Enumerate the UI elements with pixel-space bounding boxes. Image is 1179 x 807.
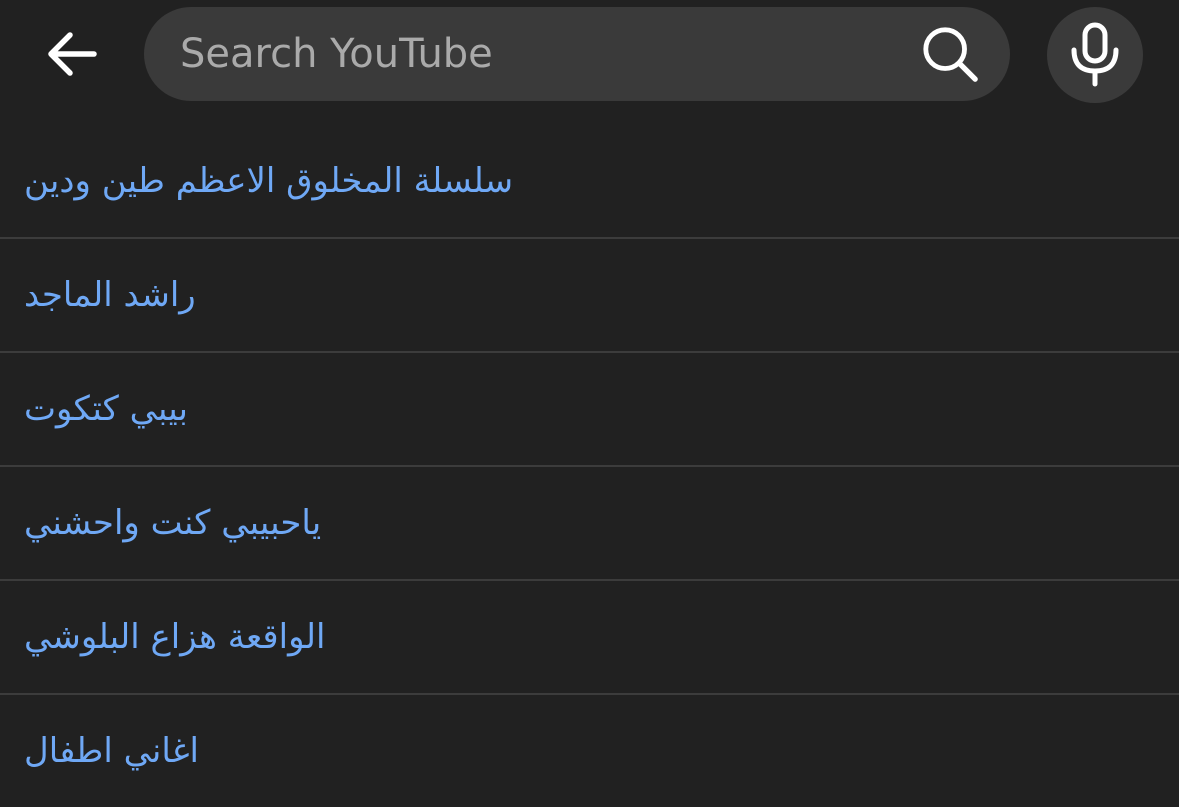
suggestion-item[interactable]: الواقعة هزاع البلوشي xyxy=(0,581,1179,695)
suggestion-text: اغاني اطفال xyxy=(24,731,199,771)
suggestion-text: ياحبيبي كنت واحشني xyxy=(24,503,322,543)
voice-search-button[interactable] xyxy=(1047,7,1143,103)
suggestion-text: الواقعة هزاع البلوشي xyxy=(24,617,326,657)
search-icon xyxy=(923,27,978,82)
microphone-icon xyxy=(1071,22,1119,87)
suggestion-text: سلسلة المخلوق الاعظم طين ودين xyxy=(24,161,514,201)
suggestion-text: بيبي كتكوت xyxy=(24,389,188,429)
suggestion-item[interactable]: ياحبيبي كنت واحشني xyxy=(0,467,1179,581)
arrow-left-icon xyxy=(48,32,97,76)
search-header xyxy=(0,0,1179,125)
suggestion-item[interactable]: اغاني اطفال xyxy=(0,695,1179,807)
search-input[interactable] xyxy=(180,7,880,101)
search-box[interactable] xyxy=(144,7,1010,101)
back-button[interactable] xyxy=(22,4,122,104)
suggestion-item[interactable]: سلسلة المخلوق الاعظم طين ودين xyxy=(0,125,1179,239)
suggestion-text: راشد الماجد xyxy=(24,275,196,315)
suggestion-item[interactable]: بيبي كتكوت xyxy=(0,353,1179,467)
suggestion-list: سلسلة المخلوق الاعظم طين ودين راشد الماج… xyxy=(0,125,1179,807)
suggestion-item[interactable]: راشد الماجد xyxy=(0,239,1179,353)
search-button[interactable] xyxy=(920,24,980,84)
